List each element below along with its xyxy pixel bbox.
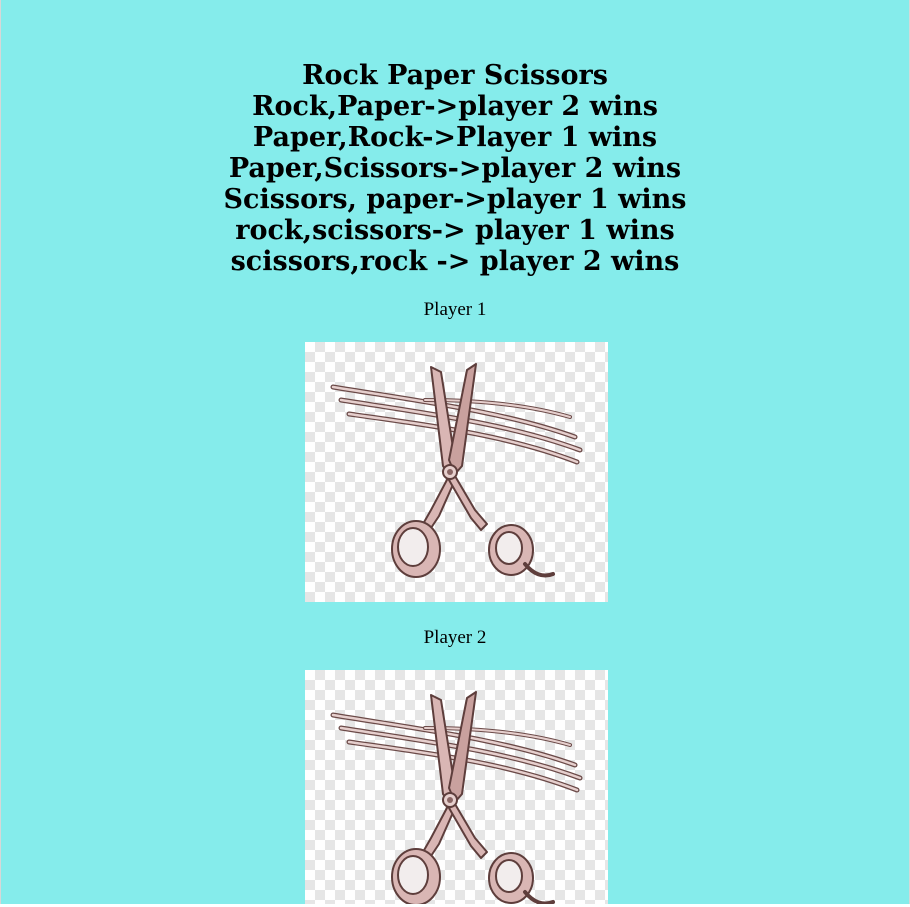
rule-line-6: scissors,rock -> player 2 wins — [230, 246, 680, 277]
rule-line-2: Paper,Rock->Player 1 wins — [252, 122, 658, 153]
rule-line-1: Rock,Paper->player 2 wins — [252, 91, 658, 122]
player-2-choice-image — [305, 670, 608, 904]
player-2-label: Player 2 — [423, 627, 487, 648]
scissors-icon — [330, 363, 583, 578]
player-1-label: Player 1 — [423, 299, 487, 320]
game-title: Rock Paper Scissors — [302, 60, 608, 91]
page-viewport: Rock Paper Scissors Rock,Paper->player 2… — [0, 0, 910, 904]
rule-line-4: Scissors, paper->player 1 wins — [223, 184, 687, 215]
scissors-icon — [330, 691, 583, 904]
rule-line-5: rock,scissors-> player 1 wins — [235, 215, 675, 246]
rules-heading: Rock Paper Scissors Rock,Paper->player 2… — [1, 60, 909, 277]
player-1-choice-image — [305, 342, 608, 602]
rule-line-3: Paper,Scissors->player 2 wins — [228, 153, 682, 184]
